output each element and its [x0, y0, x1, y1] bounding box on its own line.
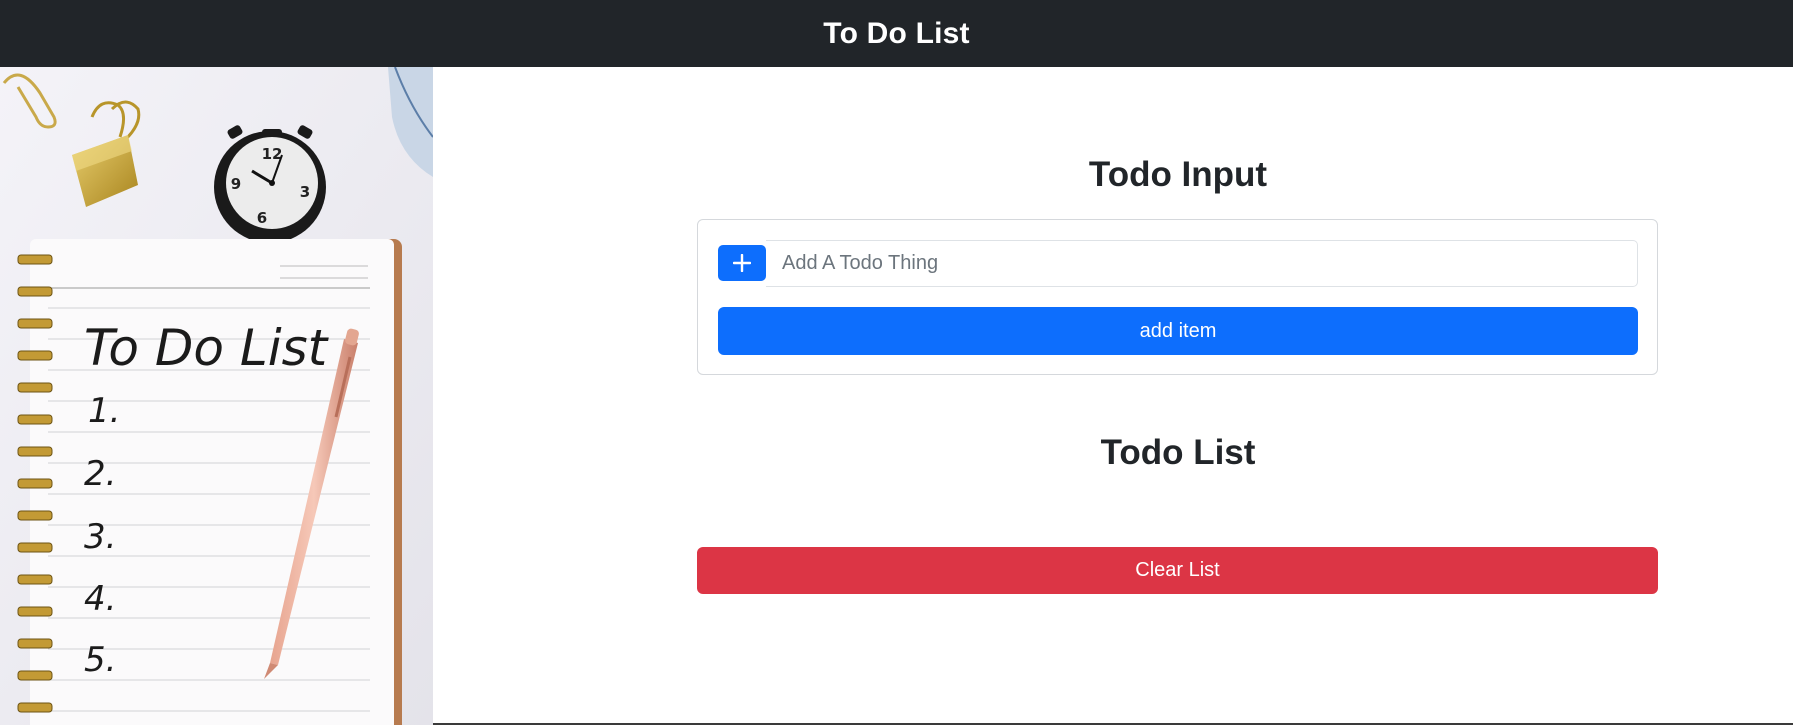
clock-number-6: 6: [257, 209, 267, 227]
notebook-number-3: 3.: [84, 517, 116, 557]
clear-list-button[interactable]: Clear List: [697, 547, 1658, 594]
todo-input-group: [718, 240, 1638, 287]
notebook-number-1: 1.: [88, 391, 120, 431]
notebook-number-5: 5.: [84, 640, 116, 680]
top-navbar: To Do List: [0, 0, 1793, 67]
plus-button[interactable]: [718, 245, 766, 281]
todo-list: [697, 497, 1658, 533]
clock-number-3: 3: [300, 183, 310, 201]
notebook-number-4: 4.: [84, 579, 116, 619]
todo-list-title: Todo List: [1100, 433, 1256, 472]
clock-number-9: 9: [231, 175, 241, 193]
notebook-heading: To Do List: [84, 319, 330, 377]
notebook-number-2: 2.: [84, 454, 116, 494]
navbar-title: To Do List: [823, 16, 970, 50]
notebook-illustration: To Do List 1. 2. 3. 4. 5.: [17, 239, 402, 725]
add-item-button[interactable]: add item: [718, 307, 1638, 355]
plus-icon: [733, 254, 751, 272]
todo-input-field[interactable]: [766, 240, 1638, 287]
main-content: Todo Input add item Todo List Clear List: [433, 67, 1793, 725]
todo-input-title: Todo Input: [1088, 155, 1268, 194]
todo-input-card: add item: [697, 219, 1658, 375]
hero-image: 12 9 3 6 To Do List 1. 2. 3. 4. 5.: [0, 67, 433, 725]
